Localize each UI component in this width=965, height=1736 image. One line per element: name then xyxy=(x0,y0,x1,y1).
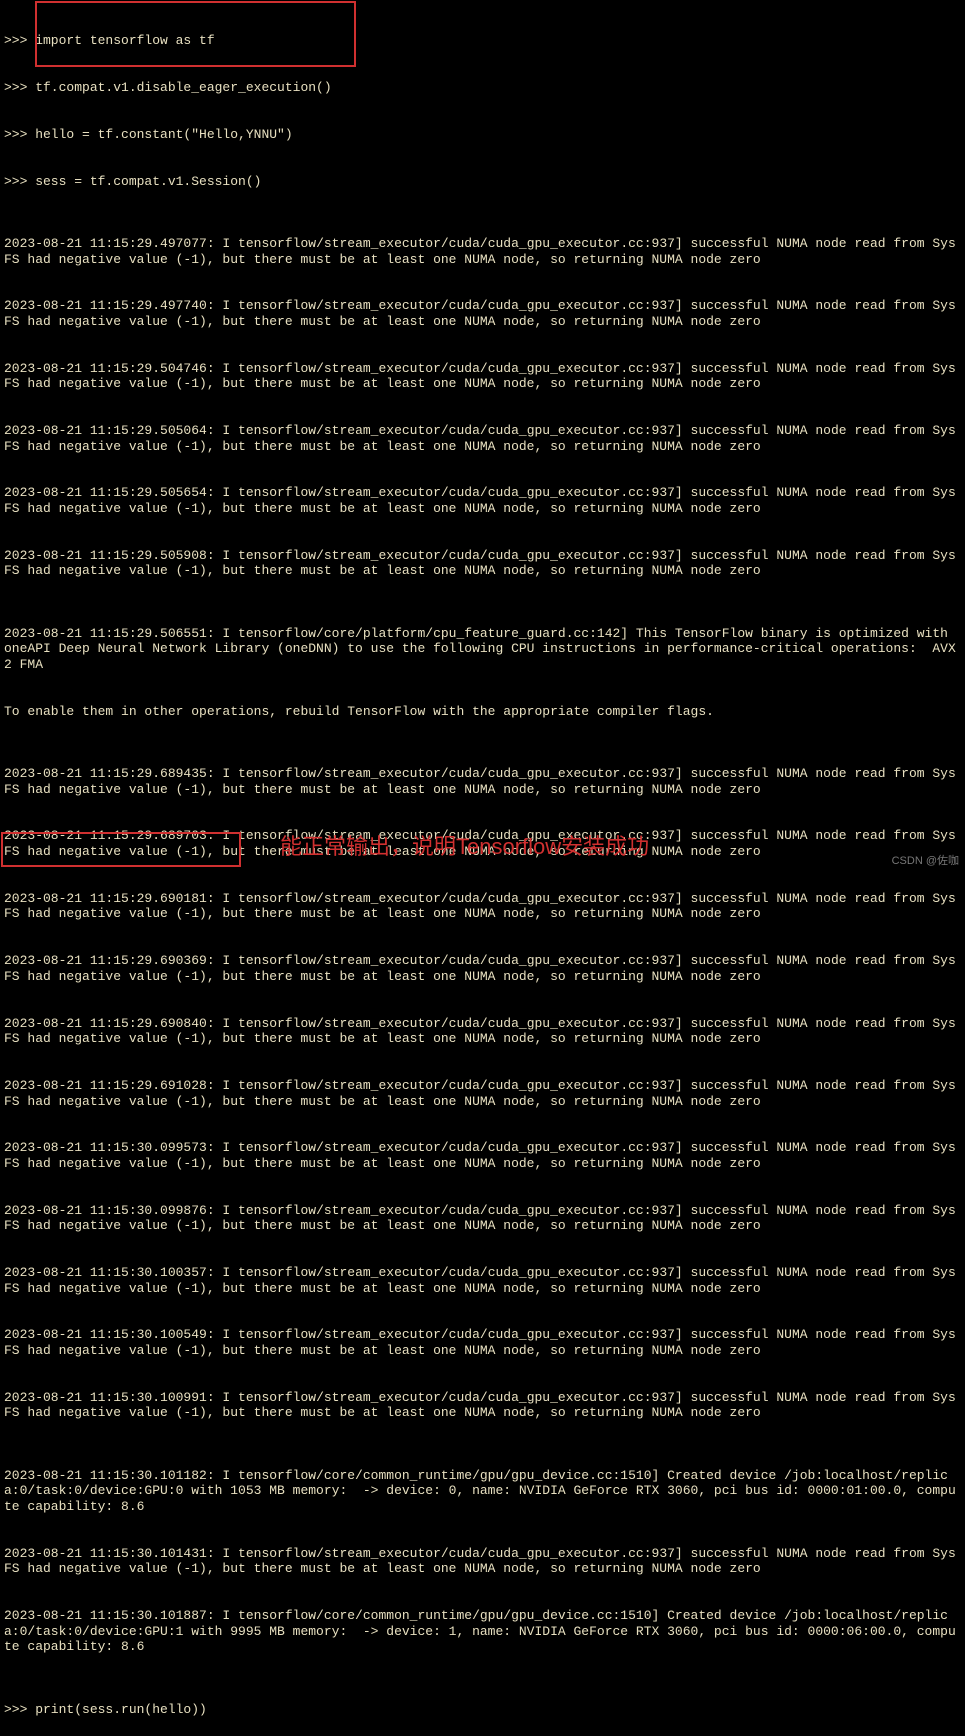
log-line: 2023-08-21 11:15:29.691028: I tensorflow… xyxy=(4,1078,961,1109)
log-line: 2023-08-21 11:15:29.690369: I tensorflow… xyxy=(4,953,961,984)
log-line: 2023-08-21 11:15:30.100549: I tensorflow… xyxy=(4,1327,961,1358)
log-line: 2023-08-21 11:15:30.100991: I tensorflow… xyxy=(4,1390,961,1421)
log-line: 2023-08-21 11:15:29.497077: I tensorflow… xyxy=(4,236,961,267)
python-input: >>> tf.compat.v1.disable_eager_execution… xyxy=(4,80,961,96)
log-line: 2023-08-21 11:15:30.101887: I tensorflow… xyxy=(4,1608,961,1655)
log-line: 2023-08-21 11:15:29.506551: I tensorflow… xyxy=(4,626,961,673)
log-line: To enable them in other operations, rebu… xyxy=(4,704,961,720)
terminal-output[interactable]: >>> import tensorflow as tf >>> tf.compa… xyxy=(4,2,961,1736)
log-line: 2023-08-21 11:15:29.689435: I tensorflow… xyxy=(4,766,961,797)
log-line: 2023-08-21 11:15:29.504746: I tensorflow… xyxy=(4,361,961,392)
annotation-text: 能正常输出，说明Tensorflow安装成功 xyxy=(280,834,649,860)
python-input: >>> import tensorflow as tf xyxy=(4,33,961,49)
log-line: 2023-08-21 11:15:30.101431: I tensorflow… xyxy=(4,1546,961,1577)
log-line: 2023-08-21 11:15:29.505908: I tensorflow… xyxy=(4,548,961,579)
watermark-text: CSDN @佐咖 xyxy=(892,855,959,868)
log-line: 2023-08-21 11:15:29.690840: I tensorflow… xyxy=(4,1016,961,1047)
log-line: 2023-08-21 11:15:30.099573: I tensorflow… xyxy=(4,1140,961,1171)
log-line: 2023-08-21 11:15:30.101182: I tensorflow… xyxy=(4,1468,961,1515)
python-input: >>> sess = tf.compat.v1.Session() xyxy=(4,174,961,190)
log-line: 2023-08-21 11:15:30.100357: I tensorflow… xyxy=(4,1265,961,1296)
python-input: >>> hello = tf.constant("Hello,YNNU") xyxy=(4,127,961,143)
log-line: 2023-08-21 11:15:29.497740: I tensorflow… xyxy=(4,298,961,329)
log-line: 2023-08-21 11:15:30.099876: I tensorflow… xyxy=(4,1203,961,1234)
python-input: >>> print(sess.run(hello)) xyxy=(4,1702,961,1718)
log-line: 2023-08-21 11:15:29.505064: I tensorflow… xyxy=(4,423,961,454)
log-line: 2023-08-21 11:15:29.690181: I tensorflow… xyxy=(4,891,961,922)
log-line: 2023-08-21 11:15:29.505654: I tensorflow… xyxy=(4,485,961,516)
